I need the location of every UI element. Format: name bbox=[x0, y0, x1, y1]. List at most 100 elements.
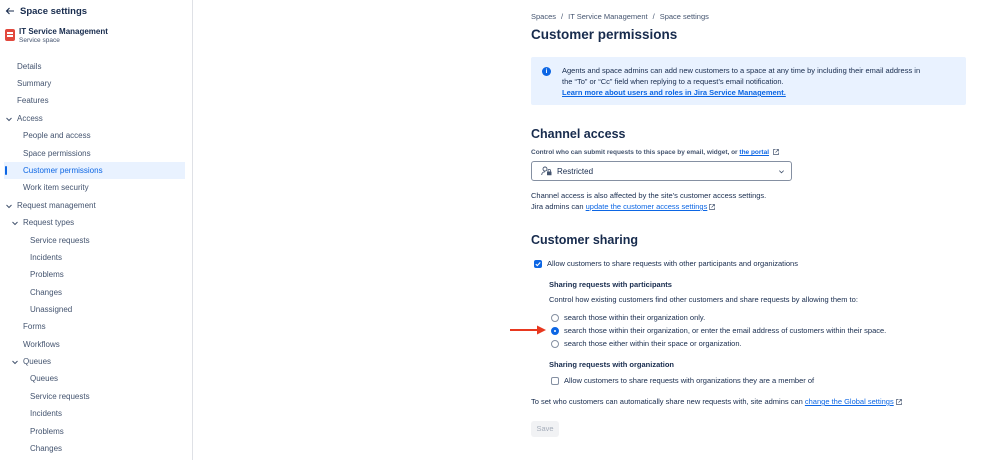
sidebar-item-incidents[interactable]: Incidents bbox=[30, 249, 62, 266]
sidebar-item-label: Request types bbox=[23, 218, 75, 227]
sidebar-item-label: Forms bbox=[23, 322, 46, 331]
channel-access-note-prefix: Jira admins can bbox=[531, 202, 584, 211]
channel-access-label: Control who can submit requests to this … bbox=[531, 149, 779, 156]
sidebar-item-label: Queues bbox=[30, 374, 59, 383]
sidebar-item-details[interactable]: Details bbox=[17, 58, 41, 75]
sidebar-item-label: Work item security bbox=[23, 183, 89, 192]
sidebar: Space settings IT Service Management Ser… bbox=[0, 0, 193, 460]
annotation-arrow-icon bbox=[510, 325, 546, 335]
project-avatar bbox=[5, 29, 15, 41]
sidebar-item-work-item-security[interactable]: Work item security bbox=[23, 179, 89, 196]
sidebar-item-queue-service-requests[interactable]: Service requests bbox=[30, 388, 90, 405]
channel-access-heading: Channel access bbox=[531, 127, 626, 141]
sidebar-header: Space settings bbox=[5, 5, 87, 17]
channel-access-value: Restricted bbox=[557, 166, 594, 176]
portal-link[interactable]: the portal bbox=[739, 149, 769, 156]
allow-sharing-checkbox[interactable] bbox=[534, 260, 542, 268]
page-title: Customer permissions bbox=[531, 27, 678, 42]
sidebar-item-queues[interactable]: Queues bbox=[30, 370, 58, 387]
sidebar-item-label: Access bbox=[17, 114, 43, 123]
sidebar-item-summary[interactable]: Summary bbox=[17, 75, 51, 92]
allow-sharing-label: Allow customers to share requests with o… bbox=[547, 259, 798, 268]
sidebar-item-queues-group[interactable]: Queues bbox=[11, 353, 51, 370]
participants-heading: Sharing requests with participants bbox=[549, 280, 672, 289]
chevron-down-icon bbox=[12, 221, 18, 225]
radio-label: search those either within their space o… bbox=[564, 339, 742, 348]
breadcrumb-item[interactable]: IT Service Management bbox=[568, 12, 647, 21]
info-icon: i bbox=[542, 67, 551, 76]
breadcrumb-item[interactable]: Space settings bbox=[660, 12, 709, 21]
sidebar-item-queue-incidents[interactable]: Incidents bbox=[30, 405, 62, 422]
sidebar-item-label: Features bbox=[17, 96, 49, 105]
arrow-left-icon[interactable] bbox=[5, 6, 15, 16]
sidebar-item-queue-problems[interactable]: Problems bbox=[30, 423, 64, 440]
channel-access-label-text: Control who can submit requests to this … bbox=[531, 149, 738, 156]
sidebar-item-queue-changes[interactable]: Changes bbox=[30, 440, 62, 457]
sidebar-item-label: Incidents bbox=[30, 253, 63, 262]
sidebar-item-people-and-access[interactable]: People and access bbox=[23, 127, 91, 144]
info-panel: i Agents and space admins can add new cu… bbox=[531, 57, 966, 105]
sidebar-item-label: People and access bbox=[23, 131, 91, 140]
sidebar-item-label: Queues bbox=[23, 357, 52, 366]
person-lock-icon bbox=[541, 166, 552, 176]
learn-more-link[interactable]: Learn more about users and roles in Jira… bbox=[562, 88, 786, 97]
sidebar-item-label: Changes bbox=[30, 444, 63, 453]
sidebar-item-label: Incidents bbox=[30, 409, 63, 418]
sidebar-item-request-types[interactable]: Request types bbox=[11, 214, 74, 231]
sidebar-item-features[interactable]: Features bbox=[17, 92, 49, 109]
project-type: Service space bbox=[19, 37, 60, 44]
sidebar-item-label: Service requests bbox=[30, 392, 90, 401]
checkmark-icon bbox=[535, 262, 541, 267]
project-header: IT Service Management Service space bbox=[5, 27, 108, 44]
sidebar-item-workflows[interactable]: Workflows bbox=[23, 336, 60, 353]
sidebar-item-label: Space permissions bbox=[23, 149, 91, 158]
radio-organization-only[interactable] bbox=[551, 314, 559, 322]
channel-access-note: Channel access is also affected by the s… bbox=[531, 190, 766, 212]
chevron-down-icon bbox=[6, 204, 12, 208]
sidebar-item-label: Service requests bbox=[30, 236, 90, 245]
external-link-icon bbox=[895, 399, 902, 405]
sidebar-item-space-permissions[interactable]: Space permissions bbox=[23, 145, 91, 162]
customer-sharing-heading: Customer sharing bbox=[531, 233, 638, 247]
radio-organization-or-email[interactable] bbox=[551, 327, 559, 335]
chevron-down-icon bbox=[6, 117, 12, 121]
sidebar-item-unassigned[interactable]: Unassigned bbox=[30, 301, 72, 318]
sidebar-item-service-requests[interactable]: Service requests bbox=[30, 232, 90, 249]
sidebar-item-access[interactable]: Access bbox=[5, 110, 43, 127]
global-settings-prefix: To set who customers can automatically s… bbox=[531, 397, 803, 406]
sidebar-item-request-management[interactable]: Request management bbox=[5, 197, 96, 214]
sidebar-item-label: Workflows bbox=[23, 340, 60, 349]
info-text: Agents and space admins can add new cust… bbox=[562, 65, 957, 98]
organization-heading: Sharing requests with organization bbox=[549, 360, 675, 369]
project-name: IT Service Management bbox=[19, 27, 108, 36]
global-settings-link[interactable]: change the Global settings bbox=[805, 397, 894, 406]
info-line: Agents and space admins can add new cust… bbox=[562, 66, 921, 75]
chevron-down-icon bbox=[779, 170, 784, 174]
external-link-icon bbox=[772, 149, 779, 156]
radio-space-or-organization[interactable] bbox=[551, 340, 559, 348]
radio-label: search those within their organization o… bbox=[564, 313, 706, 322]
save-button[interactable]: Save bbox=[531, 421, 559, 437]
breadcrumb: Spaces / IT Service Management / Space setti… bbox=[531, 12, 709, 21]
sidebar-item-changes[interactable]: Changes bbox=[30, 284, 62, 301]
info-line: the “To” or “Cc” field when replying to … bbox=[562, 77, 784, 86]
sidebar-item-customer-permissions[interactable]: Customer permissions bbox=[4, 162, 185, 179]
sidebar-item-forms[interactable]: Forms bbox=[23, 318, 46, 335]
sidebar-item-problems[interactable]: Problems bbox=[30, 266, 64, 283]
participants-description: Control how existing customers find othe… bbox=[549, 295, 858, 304]
channel-access-note-line: Channel access is also affected by the s… bbox=[531, 191, 767, 200]
sidebar-title: Space settings bbox=[20, 5, 88, 17]
breadcrumb-item[interactable]: Spaces bbox=[531, 12, 556, 21]
chevron-down-icon bbox=[12, 360, 18, 364]
sidebar-item-label: Problems bbox=[30, 427, 64, 436]
radio-label: search those within their organization, … bbox=[564, 326, 887, 335]
external-link-icon bbox=[709, 204, 716, 210]
sidebar-item-label: Customer permissions bbox=[23, 166, 103, 175]
allow-org-sharing-checkbox[interactable] bbox=[551, 377, 559, 385]
allow-org-sharing-label: Allow customers to share requests with o… bbox=[564, 376, 815, 385]
customer-access-settings-link[interactable]: update the customer access settings bbox=[586, 202, 708, 211]
sidebar-item-label: Summary bbox=[17, 79, 52, 88]
sidebar-item-label: Unassigned bbox=[30, 305, 73, 314]
channel-access-select[interactable]: Restricted bbox=[531, 161, 792, 181]
sidebar-item-label: Details bbox=[17, 62, 42, 71]
